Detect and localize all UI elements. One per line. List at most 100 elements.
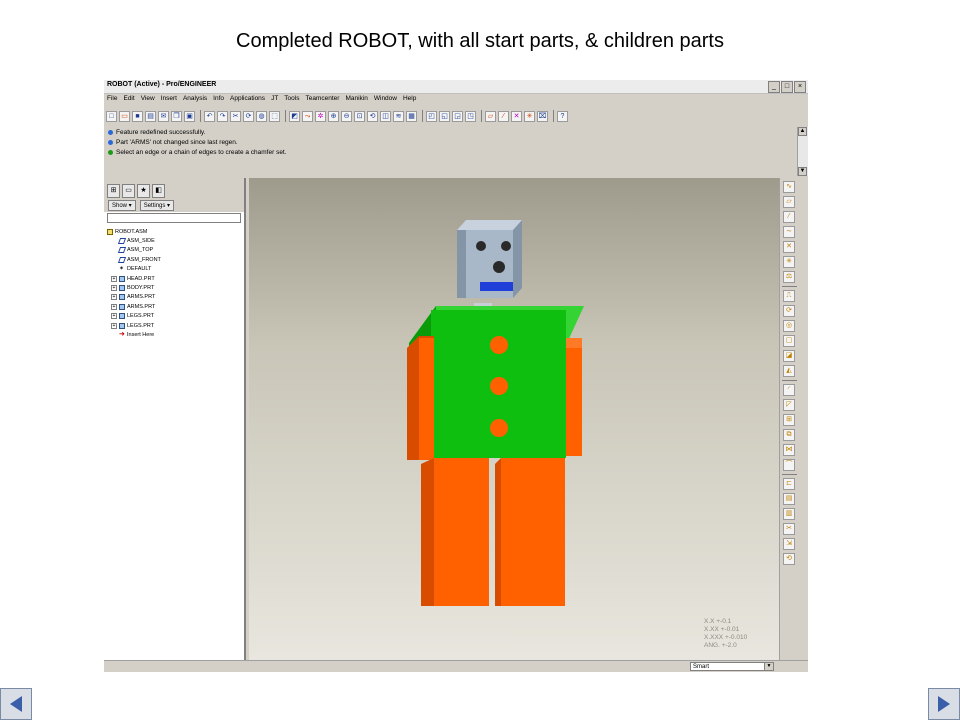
datum-curve-icon[interactable]: ∼ bbox=[783, 226, 795, 238]
datum-axes-icon[interactable]: ⁄ bbox=[498, 110, 509, 122]
maximize-button[interactable]: □ bbox=[781, 81, 793, 93]
refit-icon[interactable]: ⊡ bbox=[354, 110, 365, 122]
copy-icon[interactable]: ❐ bbox=[171, 110, 182, 122]
scroll-track[interactable] bbox=[798, 136, 808, 167]
open-icon[interactable]: ▭ bbox=[119, 110, 130, 122]
datum-plane-tool-icon[interactable]: ▱ bbox=[783, 196, 795, 208]
rib-icon[interactable]: ◪ bbox=[783, 350, 795, 362]
show-button[interactable]: Show ▾ bbox=[108, 199, 136, 211]
tree-item[interactable]: + HEAD.PRT bbox=[107, 274, 244, 283]
datum-planes-icon[interactable]: ▱ bbox=[485, 110, 496, 122]
menu-info[interactable]: Info bbox=[210, 94, 227, 105]
zoom-out-icon[interactable]: ⊖ bbox=[341, 110, 352, 122]
email-icon[interactable]: ✉ bbox=[158, 110, 169, 122]
shading-icon[interactable]: ◳ bbox=[465, 110, 476, 122]
favorites-tab[interactable]: ★ bbox=[137, 184, 150, 198]
print-icon[interactable]: ▤ bbox=[145, 110, 156, 122]
wireframe-icon[interactable]: ◰ bbox=[426, 110, 437, 122]
find-icon[interactable]: ◍ bbox=[256, 110, 267, 122]
menu-help[interactable]: Help bbox=[400, 94, 419, 105]
no-hidden-icon[interactable]: ◲ bbox=[452, 110, 463, 122]
previous-slide-button[interactable] bbox=[0, 688, 32, 720]
coordinate-systems-icon[interactable]: ✳ bbox=[524, 110, 535, 122]
menu-insert[interactable]: Insert bbox=[158, 94, 180, 105]
settings-button[interactable]: Settings ▾ bbox=[139, 199, 175, 211]
expand-icon[interactable]: + bbox=[111, 275, 117, 282]
expand-icon[interactable]: + bbox=[111, 294, 117, 301]
tree-item[interactable]: ROBOT.ASM bbox=[107, 227, 244, 236]
tree-item[interactable]: + LEGS.PRT bbox=[107, 321, 244, 330]
sketch-icon[interactable]: ∿ bbox=[783, 181, 795, 193]
tree-item[interactable]: ASM_FRONT bbox=[107, 255, 244, 264]
view-manager-icon[interactable]: ▦ bbox=[406, 110, 417, 122]
menu-analysis[interactable]: Analysis bbox=[180, 94, 210, 105]
tree-item[interactable]: + BODY.PRT bbox=[107, 283, 244, 292]
undo-icon[interactable]: ↶ bbox=[204, 110, 215, 122]
hidden-line-icon[interactable]: ◱ bbox=[439, 110, 450, 122]
menu-window[interactable]: Window bbox=[371, 94, 400, 105]
round-icon[interactable]: ◜ bbox=[783, 384, 795, 396]
tree-item[interactable]: + LEGS.PRT bbox=[107, 312, 244, 321]
new-icon[interactable]: □ bbox=[106, 110, 117, 122]
menu-applications[interactable]: Applications bbox=[227, 94, 268, 105]
tree-item[interactable]: ASM_TOP bbox=[107, 246, 244, 255]
menu-manikin[interactable]: Manikin bbox=[342, 94, 370, 105]
revolve-icon[interactable]: ⟳ bbox=[783, 305, 795, 317]
expand-icon[interactable]: + bbox=[111, 322, 117, 329]
tree-item[interactable]: + ARMS.PRT bbox=[107, 302, 244, 311]
mirror-icon[interactable]: ⧉ bbox=[783, 429, 795, 441]
menu-tools[interactable]: Tools bbox=[281, 94, 302, 105]
select-box-icon[interactable]: ⬚ bbox=[269, 110, 280, 122]
saved-views-icon[interactable]: ◫ bbox=[380, 110, 391, 122]
minimize-button[interactable]: _ bbox=[768, 81, 780, 93]
tree-item[interactable]: + ARMS.PRT bbox=[107, 293, 244, 302]
orient-icon[interactable]: ⤳ bbox=[302, 110, 313, 122]
tree-item[interactable]: ➜ Insert Here bbox=[107, 330, 244, 339]
annotations-icon[interactable]: ⌧ bbox=[537, 110, 548, 122]
close-button[interactable]: × bbox=[794, 81, 806, 93]
redo-icon[interactable]: ↷ bbox=[217, 110, 228, 122]
scroll-down-icon[interactable]: ▼ bbox=[798, 167, 807, 176]
menu-edit[interactable]: Edit bbox=[120, 94, 137, 105]
repaint-icon[interactable]: ◩ bbox=[289, 110, 300, 122]
paste-icon[interactable]: ▣ bbox=[184, 110, 195, 122]
reorient-icon[interactable]: ⟲ bbox=[367, 110, 378, 122]
expand-icon[interactable]: + bbox=[111, 313, 117, 320]
extrude-icon[interactable]: ⎍ bbox=[783, 290, 795, 302]
solidify-icon[interactable]: ▥ bbox=[783, 508, 795, 520]
menu-file[interactable]: File bbox=[104, 94, 120, 105]
layers-icon[interactable]: ≋ bbox=[393, 110, 404, 122]
menu-jt[interactable]: JT bbox=[268, 94, 281, 105]
zoom-in-icon[interactable]: ⊕ bbox=[328, 110, 339, 122]
analysis-tool-icon[interactable]: ⚖ bbox=[783, 271, 795, 283]
selection-filter[interactable]: Smart ▼ bbox=[690, 662, 774, 671]
spin-icon[interactable]: ✲ bbox=[315, 110, 326, 122]
intersect-icon[interactable]: ✂ bbox=[783, 523, 795, 535]
trim-icon[interactable]: ⌒ bbox=[783, 459, 795, 471]
expand-icon[interactable]: + bbox=[111, 285, 117, 292]
cut-icon[interactable]: ✂ bbox=[230, 110, 241, 122]
merge-icon[interactable]: ⋈ bbox=[783, 444, 795, 456]
datum-points-icon[interactable]: ✕ bbox=[511, 110, 522, 122]
graphics-window[interactable]: X.X +-0.1 X.XX +-0.01 X.XXX +-0.010 ANG.… bbox=[249, 178, 779, 660]
menu-teamcenter[interactable]: Teamcenter bbox=[302, 94, 342, 105]
message-scrollbar[interactable]: ▲ ▼ bbox=[797, 127, 808, 176]
context-help-icon[interactable]: ? bbox=[557, 110, 568, 122]
tree-item[interactable]: ✶ DEFAULT bbox=[107, 265, 244, 274]
folder-browser-tab[interactable]: ▭ bbox=[122, 184, 135, 198]
scroll-up-icon[interactable]: ▲ bbox=[798, 127, 807, 136]
next-slide-button[interactable] bbox=[928, 688, 960, 720]
chevron-down-icon[interactable]: ▼ bbox=[764, 663, 773, 670]
model-tree-tab[interactable]: ⊞ bbox=[107, 184, 120, 198]
tree-item[interactable]: ASM_SIDE bbox=[107, 236, 244, 245]
csys-tool-icon[interactable]: ✳ bbox=[783, 256, 795, 268]
draft-icon[interactable]: ◭ bbox=[783, 365, 795, 377]
shell-icon[interactable]: ▢ bbox=[783, 335, 795, 347]
offset-icon[interactable]: ⊏ bbox=[783, 478, 795, 490]
wrap-icon[interactable]: ⟲ bbox=[783, 553, 795, 565]
tree-filter-field[interactable] bbox=[107, 213, 241, 223]
pattern-icon[interactable]: ⊞ bbox=[783, 414, 795, 426]
datum-axis-tool-icon[interactable]: ⁄ bbox=[783, 211, 795, 223]
regenerate-icon[interactable]: ⟳ bbox=[243, 110, 254, 122]
thicken-icon[interactable]: ▤ bbox=[783, 493, 795, 505]
